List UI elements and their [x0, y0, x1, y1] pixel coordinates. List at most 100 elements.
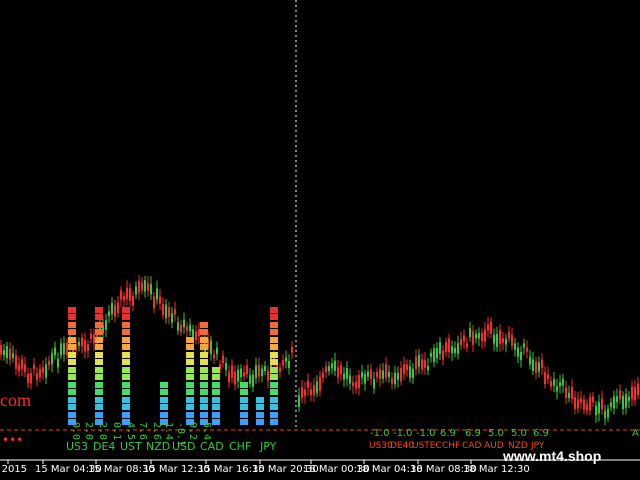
- candle-body: [24, 364, 26, 373]
- candle-body: [463, 335, 465, 342]
- candle-body: [493, 334, 495, 344]
- meter-segment: [95, 397, 103, 403]
- currency-label: US3: [66, 440, 88, 453]
- candle-body: [412, 368, 414, 378]
- candle-body: [457, 343, 459, 355]
- candle-body: [586, 404, 588, 411]
- meter-segment: [186, 344, 194, 350]
- candle-body: [316, 381, 318, 394]
- meter-segment: [212, 412, 220, 418]
- candle-body: [126, 287, 128, 300]
- candle-body: [538, 362, 540, 372]
- meter-segment: [240, 404, 248, 410]
- meter-segment: [122, 307, 130, 313]
- candle-body: [310, 389, 312, 396]
- candle-body: [628, 396, 630, 401]
- meter-segment: [256, 419, 264, 425]
- right-value: 6.9: [465, 428, 481, 439]
- meter-value: 7.6: [137, 422, 148, 440]
- candle-body: [577, 399, 579, 409]
- meter-segment: [212, 374, 220, 380]
- meter-value: 9.2: [187, 422, 198, 440]
- meter-value: 2.6: [151, 422, 162, 440]
- candle-body: [379, 368, 381, 379]
- currency-labels: US3 DE4 UST NZD USD CAD CHF JPY: [66, 440, 277, 453]
- meter-segment: [68, 359, 76, 365]
- candle-body: [589, 397, 591, 411]
- meter-segment: [122, 329, 130, 335]
- meter-segment: [200, 359, 208, 365]
- meter-value: 1.4: [163, 422, 174, 440]
- meter-segment: [270, 337, 278, 343]
- candle-body: [397, 373, 399, 380]
- meter-segment: [95, 329, 103, 335]
- partial-domain-text: com: [0, 390, 31, 410]
- time-label: 18 Mar 12:30: [463, 464, 530, 475]
- candle-body: [439, 342, 441, 354]
- candle-body: [51, 353, 53, 365]
- meter-segment: [122, 397, 130, 403]
- right-value: 6.9: [440, 428, 456, 439]
- currency-label: CAD: [200, 440, 224, 453]
- candle-body: [394, 372, 396, 385]
- candle-body: [481, 332, 483, 342]
- candle-body: [291, 347, 293, 353]
- candle-body: [288, 360, 290, 368]
- candle-body: [382, 370, 384, 379]
- meter-segment: [212, 367, 220, 373]
- meter-value: 2.0: [97, 422, 108, 440]
- candle-body: [60, 343, 62, 356]
- meter-value: 0.0: [70, 422, 81, 440]
- candle-body: [361, 372, 363, 378]
- meter-segment: [122, 374, 130, 380]
- right-name: CHF: [442, 441, 460, 451]
- meter-segment: [95, 359, 103, 365]
- candle-body: [430, 352, 432, 357]
- candle-body: [36, 373, 38, 381]
- candle-body: [385, 364, 387, 378]
- meter-value: 4.5: [125, 422, 136, 440]
- candle-body: [478, 333, 480, 339]
- candle-body: [123, 296, 125, 301]
- candle-body: [141, 282, 143, 291]
- candle-body: [595, 405, 597, 416]
- meter-segment: [186, 359, 194, 365]
- meter-segment: [186, 374, 194, 380]
- price-chart[interactable]: com ••• 0.0 2.0 2.0 0.1 4.5 7.6 2.6 1.4 -0.1 9.2 5…: [0, 0, 640, 480]
- candle-body: [631, 386, 633, 400]
- candle-body: [334, 360, 336, 371]
- candle-body: [54, 347, 56, 356]
- meter-segment: [186, 352, 194, 358]
- candle-body: [42, 367, 44, 373]
- candle-body: [634, 387, 636, 401]
- candle-body: [508, 332, 510, 339]
- candle-body: [168, 307, 170, 318]
- meter-segment: [240, 382, 248, 388]
- right-value: 6.9: [533, 428, 549, 439]
- meter-segment: [212, 404, 220, 410]
- candle-body: [189, 324, 191, 332]
- candle-body: [120, 290, 122, 300]
- currency-label: NZD: [146, 440, 170, 453]
- candle-body: [177, 322, 179, 331]
- candle-body: [147, 283, 149, 291]
- candle-body: [138, 281, 140, 293]
- candle-body: [213, 354, 215, 359]
- candle-body: [279, 367, 281, 372]
- candle-body: [499, 330, 501, 345]
- right-value: 5.0: [488, 428, 504, 439]
- candle-body: [337, 367, 339, 378]
- candle-body: [285, 357, 287, 362]
- candle-body: [520, 351, 522, 361]
- candle-body: [598, 401, 600, 414]
- meter-segment: [240, 412, 248, 418]
- candle-body: [352, 382, 354, 387]
- candle-body: [15, 355, 17, 369]
- right-value: 5.0: [511, 428, 527, 439]
- candle-body: [252, 374, 254, 387]
- meter-segment: [270, 404, 278, 410]
- meter-segment: [270, 397, 278, 403]
- candle-body: [87, 344, 89, 351]
- candle-body: [529, 356, 531, 365]
- candle-body: [135, 286, 137, 295]
